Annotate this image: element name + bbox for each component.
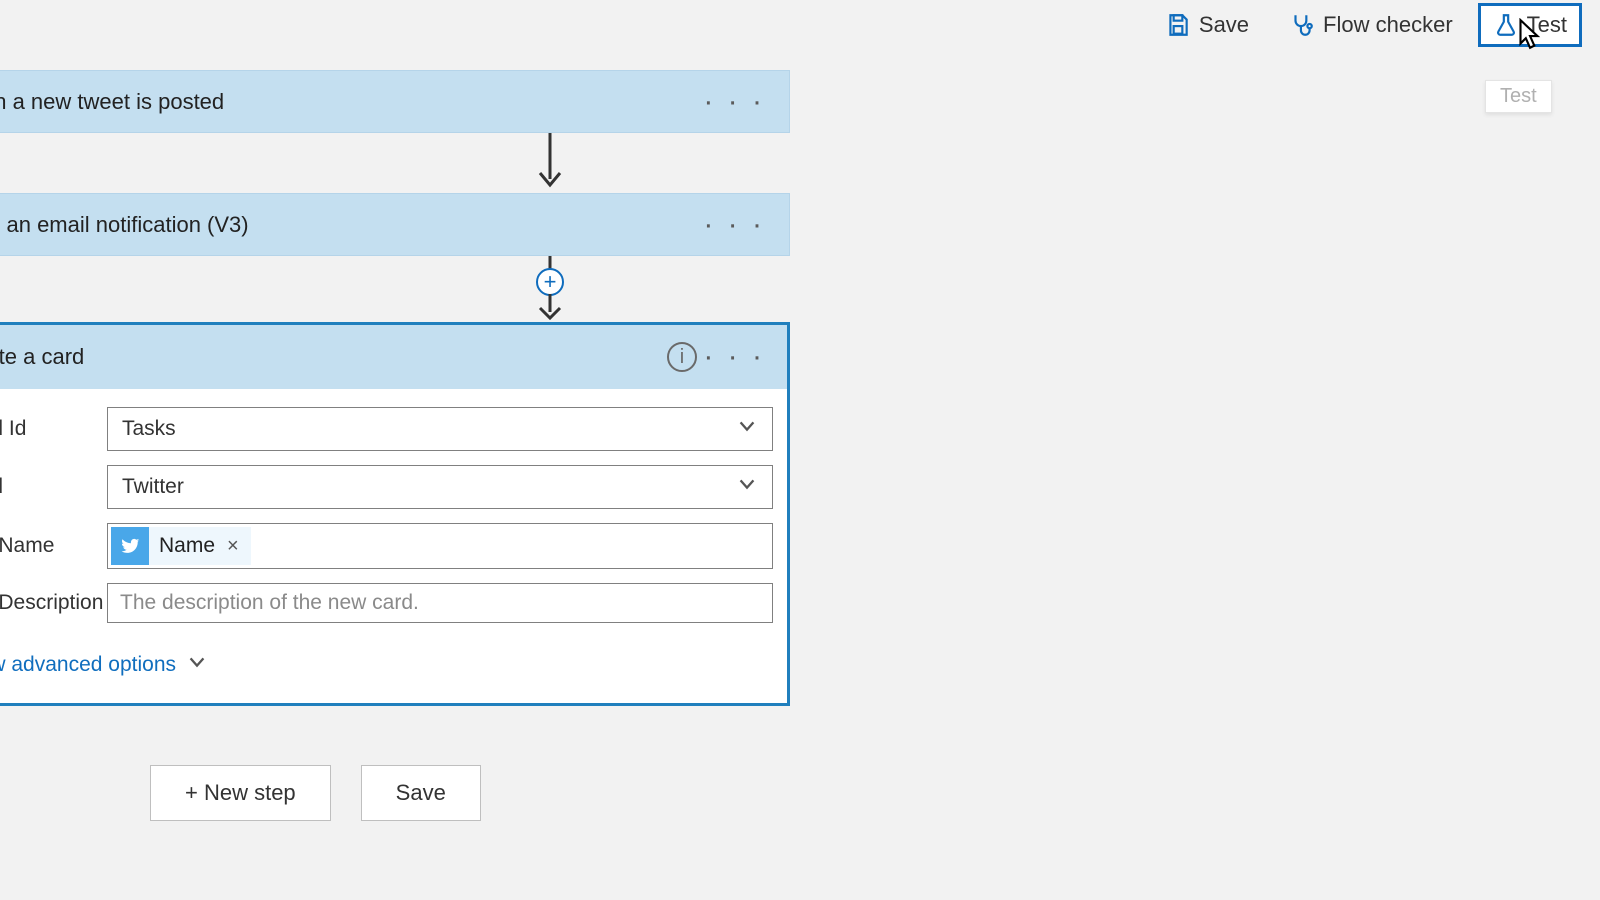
more-icon[interactable]: · · · <box>703 85 765 119</box>
create-card-form: Board Id Tasks List Id Twitter <box>0 389 787 703</box>
name-row: Card Name Name × <box>0 523 773 569</box>
list-row: List Id Twitter <box>0 465 773 509</box>
trigger-title: When a new tweet is posted <box>0 89 224 115</box>
desc-label: Card Description <box>0 591 107 615</box>
board-row: Board Id Tasks <box>0 407 773 451</box>
flow-checker-label: Flow checker <box>1323 12 1453 38</box>
desc-row: Card Description <box>0 583 773 623</box>
connector-arrow: + <box>310 256 790 322</box>
chevron-down-icon <box>186 651 208 679</box>
name-label: Card Name <box>0 534 107 558</box>
save-label: Save <box>1199 12 1249 38</box>
remove-token-icon[interactable]: × <box>223 535 243 558</box>
list-select[interactable]: Twitter <box>107 465 773 509</box>
insert-step-button[interactable]: + <box>536 268 564 296</box>
test-tooltip: Test <box>1485 80 1552 113</box>
advanced-options-label: Show advanced options <box>0 653 176 677</box>
description-input[interactable] <box>107 583 773 623</box>
name-input[interactable]: Name × <box>107 523 773 569</box>
more-icon[interactable]: · · · <box>703 208 765 242</box>
save-flow-button[interactable]: Save <box>361 765 481 821</box>
create-card-title: Create a card <box>0 344 84 370</box>
chevron-down-icon <box>736 473 758 501</box>
new-step-button[interactable]: + New step <box>150 765 331 821</box>
dynamic-token[interactable]: Name × <box>111 527 251 565</box>
chevron-down-icon <box>736 415 758 443</box>
stethoscope-icon <box>1289 12 1315 38</box>
test-label: Test <box>1527 12 1567 38</box>
flow-checker-button[interactable]: Flow checker <box>1274 3 1468 47</box>
board-value: Tasks <box>122 417 176 441</box>
create-card-header[interactable]: Create a card i · · · <box>0 325 787 389</box>
email-title: Send an email notification (V3) <box>0 212 249 238</box>
board-label: Board Id <box>0 417 107 441</box>
flow-canvas: When a new tweet is posted · · · Send an… <box>0 70 790 706</box>
list-label: List Id <box>0 475 107 499</box>
trigger-step[interactable]: When a new tweet is posted · · · <box>0 70 790 133</box>
save-button[interactable]: Save <box>1150 3 1264 47</box>
create-card-step: Create a card i · · · Board Id Tasks Lis… <box>0 322 790 706</box>
more-icon[interactable]: · · · <box>703 340 765 374</box>
email-step[interactable]: Send an email notification (V3) · · · <box>0 193 790 256</box>
top-toolbar: Save Flow checker Test <box>1150 0 1600 50</box>
info-icon[interactable]: i <box>667 342 697 372</box>
advanced-options-toggle[interactable]: Show advanced options <box>0 637 773 693</box>
save-icon <box>1165 12 1191 38</box>
token-label: Name <box>157 534 215 558</box>
test-button[interactable]: Test <box>1478 3 1582 47</box>
list-value: Twitter <box>122 475 184 499</box>
bottom-actions: + New step Save <box>150 765 481 821</box>
connector-arrow <box>310 133 790 193</box>
board-select[interactable]: Tasks <box>107 407 773 451</box>
flask-icon <box>1493 12 1519 38</box>
twitter-icon <box>111 527 149 565</box>
